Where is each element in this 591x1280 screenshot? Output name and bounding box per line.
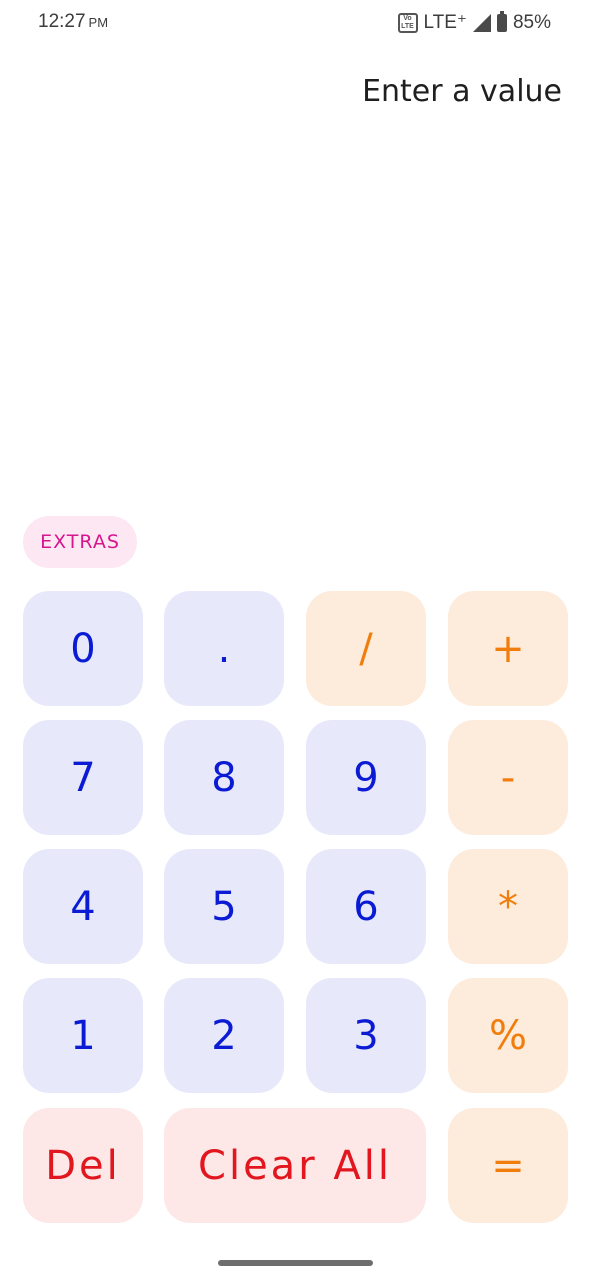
key-4[interactable]: 4 [23,849,143,964]
status-time-ampm: PM [88,15,109,30]
status-bar: 12:27 PM Vo LTE LTE⁺ 85% [0,0,591,48]
network-type: LTE⁺ [423,12,467,33]
key-divide[interactable]: / [306,591,426,706]
key-2[interactable]: 2 [164,978,284,1093]
key-0[interactable]: 0 [23,591,143,706]
calculator-display[interactable]: Enter a value [362,74,562,109]
key-5[interactable]: 5 [164,849,284,964]
key-1[interactable]: 1 [23,978,143,1093]
home-indicator[interactable] [218,1260,373,1266]
extras-button[interactable]: EXTRAS [23,516,137,568]
signal-icon [472,13,491,32]
key-percent[interactable]: % [448,978,568,1093]
key-7[interactable]: 7 [23,720,143,835]
key-minus[interactable]: - [448,720,568,835]
key-8[interactable]: 8 [164,720,284,835]
key-plus[interactable]: + [448,591,568,706]
key-9[interactable]: 9 [306,720,426,835]
key-multiply[interactable]: * [448,849,568,964]
key-6[interactable]: 6 [306,849,426,964]
status-indicators: Vo LTE LTE⁺ 85% [397,10,551,34]
status-time: 12:27 PM [38,11,108,33]
status-time-value: 12:27 [38,11,86,32]
key-equals[interactable]: = [448,1108,568,1223]
battery-icon [496,10,507,32]
key-decimal[interactable]: . [164,591,284,706]
key-delete[interactable]: Del [23,1108,143,1223]
volte-icon: Vo LTE [397,12,418,33]
key-3[interactable]: 3 [306,978,426,1093]
battery-percent: 85% [512,11,551,33]
key-clear-all[interactable]: Clear All [164,1108,426,1223]
